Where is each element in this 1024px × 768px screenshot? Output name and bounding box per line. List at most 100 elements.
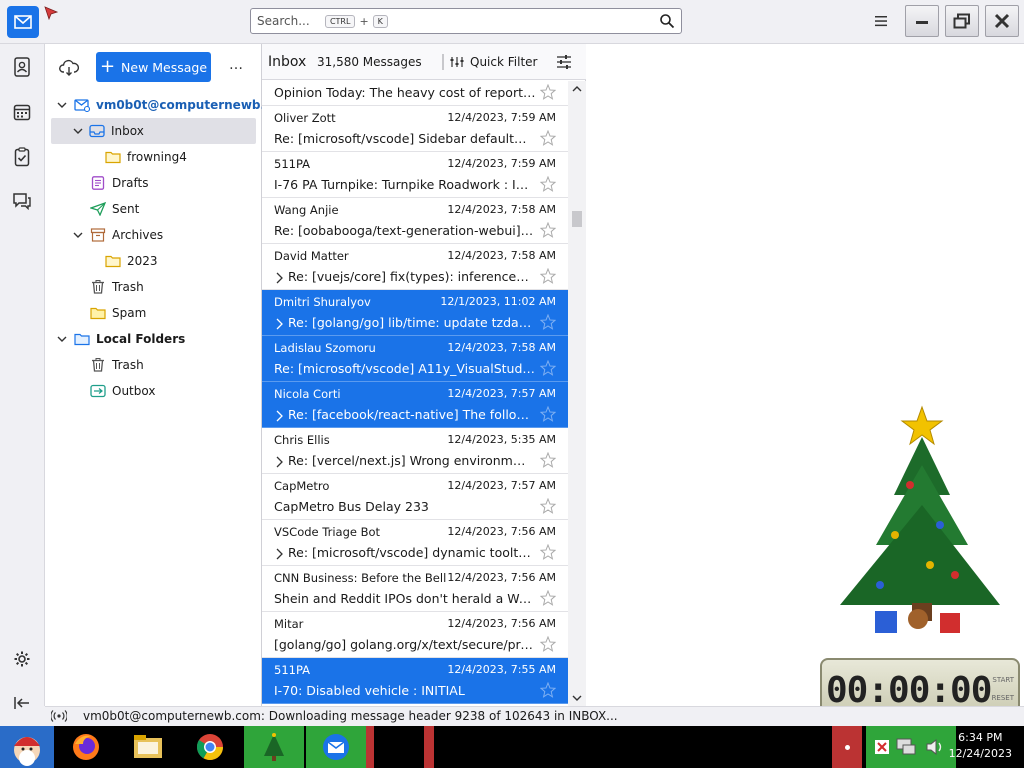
scroll-up-icon[interactable] <box>572 85 582 93</box>
message-date: 12/4/2023, 5:35 AM <box>447 433 556 446</box>
message-sender: David Matter <box>274 249 349 263</box>
header-divider <box>442 54 444 70</box>
search-icon[interactable] <box>659 13 675 29</box>
local-folders-row[interactable]: Local Folders <box>45 326 262 352</box>
folder-frowning4[interactable]: frowning4 <box>45 144 262 170</box>
folder-spam[interactable]: Spam <box>45 300 262 326</box>
calendar-button[interactable] <box>11 101 33 123</box>
folder-archives[interactable]: Archives <box>45 222 262 248</box>
new-message-button[interactable]: + New Message <box>96 52 211 82</box>
message-row[interactable]: VSCode Triage Bot 12/4/2023, 7:56 AM Re:… <box>262 520 568 566</box>
collapse-left-icon <box>14 697 29 709</box>
folder-outbox[interactable]: Outbox <box>45 378 262 404</box>
chat-button[interactable] <box>11 190 33 212</box>
message-row[interactable]: CNN Business: Before the Bell 12/4/2023,… <box>262 566 568 612</box>
message-list-scrollbar[interactable] <box>568 81 586 706</box>
folder-pane-more-button[interactable]: … <box>229 57 244 73</box>
taskbar-chrome[interactable] <box>190 726 230 768</box>
scroll-down-icon[interactable] <box>572 694 582 702</box>
close-button[interactable] <box>985 5 1019 37</box>
star-icon[interactable] <box>540 268 556 284</box>
tray-icons[interactable] <box>871 736 951 758</box>
chevron-down-icon[interactable] <box>73 230 83 240</box>
star-icon[interactable] <box>540 314 556 330</box>
star-icon[interactable] <box>540 84 556 100</box>
message-row[interactable]: David Matter 12/4/2023, 7:58 AM Re: [vue… <box>262 244 568 290</box>
search-input[interactable]: Search... CTRL + K <box>250 8 682 34</box>
star-icon[interactable] <box>540 636 556 652</box>
gear-icon <box>14 651 30 667</box>
taskbar-tree-app[interactable] <box>244 726 304 768</box>
folder-inbox[interactable]: Inbox <box>51 118 256 144</box>
message-row-selected[interactable]: Nicola Corti 12/4/2023, 7:57 AM Re: [fac… <box>262 382 568 428</box>
folder-2023[interactable]: 2023 <box>45 248 262 274</box>
star-icon[interactable] <box>540 406 556 422</box>
restore-button[interactable] <box>945 5 979 37</box>
star-icon[interactable] <box>540 498 556 514</box>
address-book-button[interactable] <box>11 56 33 78</box>
thread-expand-icon[interactable] <box>274 272 284 284</box>
taskbar-thunderbird[interactable] <box>306 726 366 768</box>
stopwatch-reset-button[interactable]: RESET <box>992 694 1014 702</box>
inbox-icon <box>89 124 105 138</box>
folder-drafts[interactable]: Drafts <box>45 170 262 196</box>
message-row[interactable]: Chris Ellis 12/4/2023, 5:35 AM Re: [verc… <box>262 428 568 474</box>
minimize-button[interactable] <box>905 5 939 37</box>
mail-space-icon[interactable] <box>7 6 39 38</box>
star-icon[interactable] <box>540 682 556 698</box>
taskbar-clock[interactable]: 6:34 PM 12/24/2023 <box>949 730 1012 762</box>
archive-icon <box>90 228 106 242</box>
thread-expand-icon[interactable] <box>274 318 284 330</box>
start-button[interactable] <box>0 726 54 768</box>
settings-button[interactable] <box>11 648 33 670</box>
folder-label: Sent <box>112 202 140 216</box>
tasks-button[interactable] <box>11 146 33 168</box>
chevron-down-icon[interactable] <box>57 334 67 344</box>
message-row-selected[interactable]: Dmitri Shuralyov 12/1/2023, 11:02 AM Re:… <box>262 290 568 336</box>
star-icon[interactable] <box>540 590 556 606</box>
chevron-down-icon[interactable] <box>57 100 67 110</box>
message-row[interactable]: Oliver Zott 12/4/2023, 7:59 AM Re: [micr… <box>262 106 568 152</box>
message-row[interactable]: Wang Anjie 12/4/2023, 7:58 AM Re: [oobab… <box>262 198 568 244</box>
message-row-selected[interactable]: Ladislau Szomoru 12/4/2023, 7:58 AM Re: … <box>262 336 568 382</box>
chevron-down-icon[interactable] <box>73 126 83 136</box>
message-date: 12/4/2023, 7:58 AM <box>447 203 556 216</box>
message-sender: Nicola Corti <box>274 387 341 401</box>
star-icon[interactable] <box>540 222 556 238</box>
folder-local-trash[interactable]: Trash <box>45 352 262 378</box>
tray-show-desktop[interactable] <box>832 726 862 768</box>
star-icon[interactable] <box>540 360 556 376</box>
collapse-spaces-button[interactable] <box>11 692 33 714</box>
folder-label: Trash <box>112 358 144 372</box>
star-icon[interactable] <box>540 130 556 146</box>
message-subject: Re: [golang/go] lib/time: update tzdata … <box>288 315 532 330</box>
message-row[interactable]: CapMetro 12/4/2023, 7:57 AM CapMetro Bus… <box>262 474 568 520</box>
taskbar-file-explorer[interactable] <box>128 726 168 768</box>
display-options-icon[interactable] <box>556 54 572 70</box>
folder-sent[interactable]: Sent <box>45 196 262 222</box>
thread-expand-icon[interactable] <box>274 456 284 468</box>
star-icon[interactable] <box>540 452 556 468</box>
app-menu-icon[interactable] <box>872 12 890 30</box>
taskbar-firefox[interactable] <box>66 726 106 768</box>
message-row-selected[interactable]: 511PA 12/4/2023, 7:55 AM I-70: Disabled … <box>262 658 568 704</box>
folder-icon <box>105 255 121 268</box>
star-icon[interactable] <box>540 176 556 192</box>
star-icon[interactable] <box>540 544 556 560</box>
stopwatch-start-button[interactable]: START <box>992 676 1014 684</box>
quick-filter-button[interactable]: Quick Filter <box>450 55 537 69</box>
outbox-icon <box>90 384 106 398</box>
clock-date: 12/24/2023 <box>948 747 1012 760</box>
message-row[interactable]: Mitar 12/4/2023, 7:56 AM [golang/go] gol… <box>262 612 568 658</box>
scrollbar-thumb[interactable] <box>572 211 582 227</box>
message-date: 12/4/2023, 7:55 AM <box>447 663 556 676</box>
message-row[interactable]: Opinion Today: The heavy cost of reporti… <box>262 81 568 106</box>
thread-expand-icon[interactable] <box>274 548 284 560</box>
red-pointer-icon <box>44 6 58 20</box>
get-messages-icon[interactable] <box>59 58 79 78</box>
thread-expand-icon[interactable] <box>274 410 284 422</box>
folder-trash[interactable]: Trash <box>45 274 262 300</box>
account-row[interactable]: vm0b0t@computernewb... <box>45 92 274 118</box>
sent-icon <box>90 202 106 216</box>
message-row[interactable]: 511PA 12/4/2023, 7:59 AM I-76 PA Turnpik… <box>262 152 568 198</box>
